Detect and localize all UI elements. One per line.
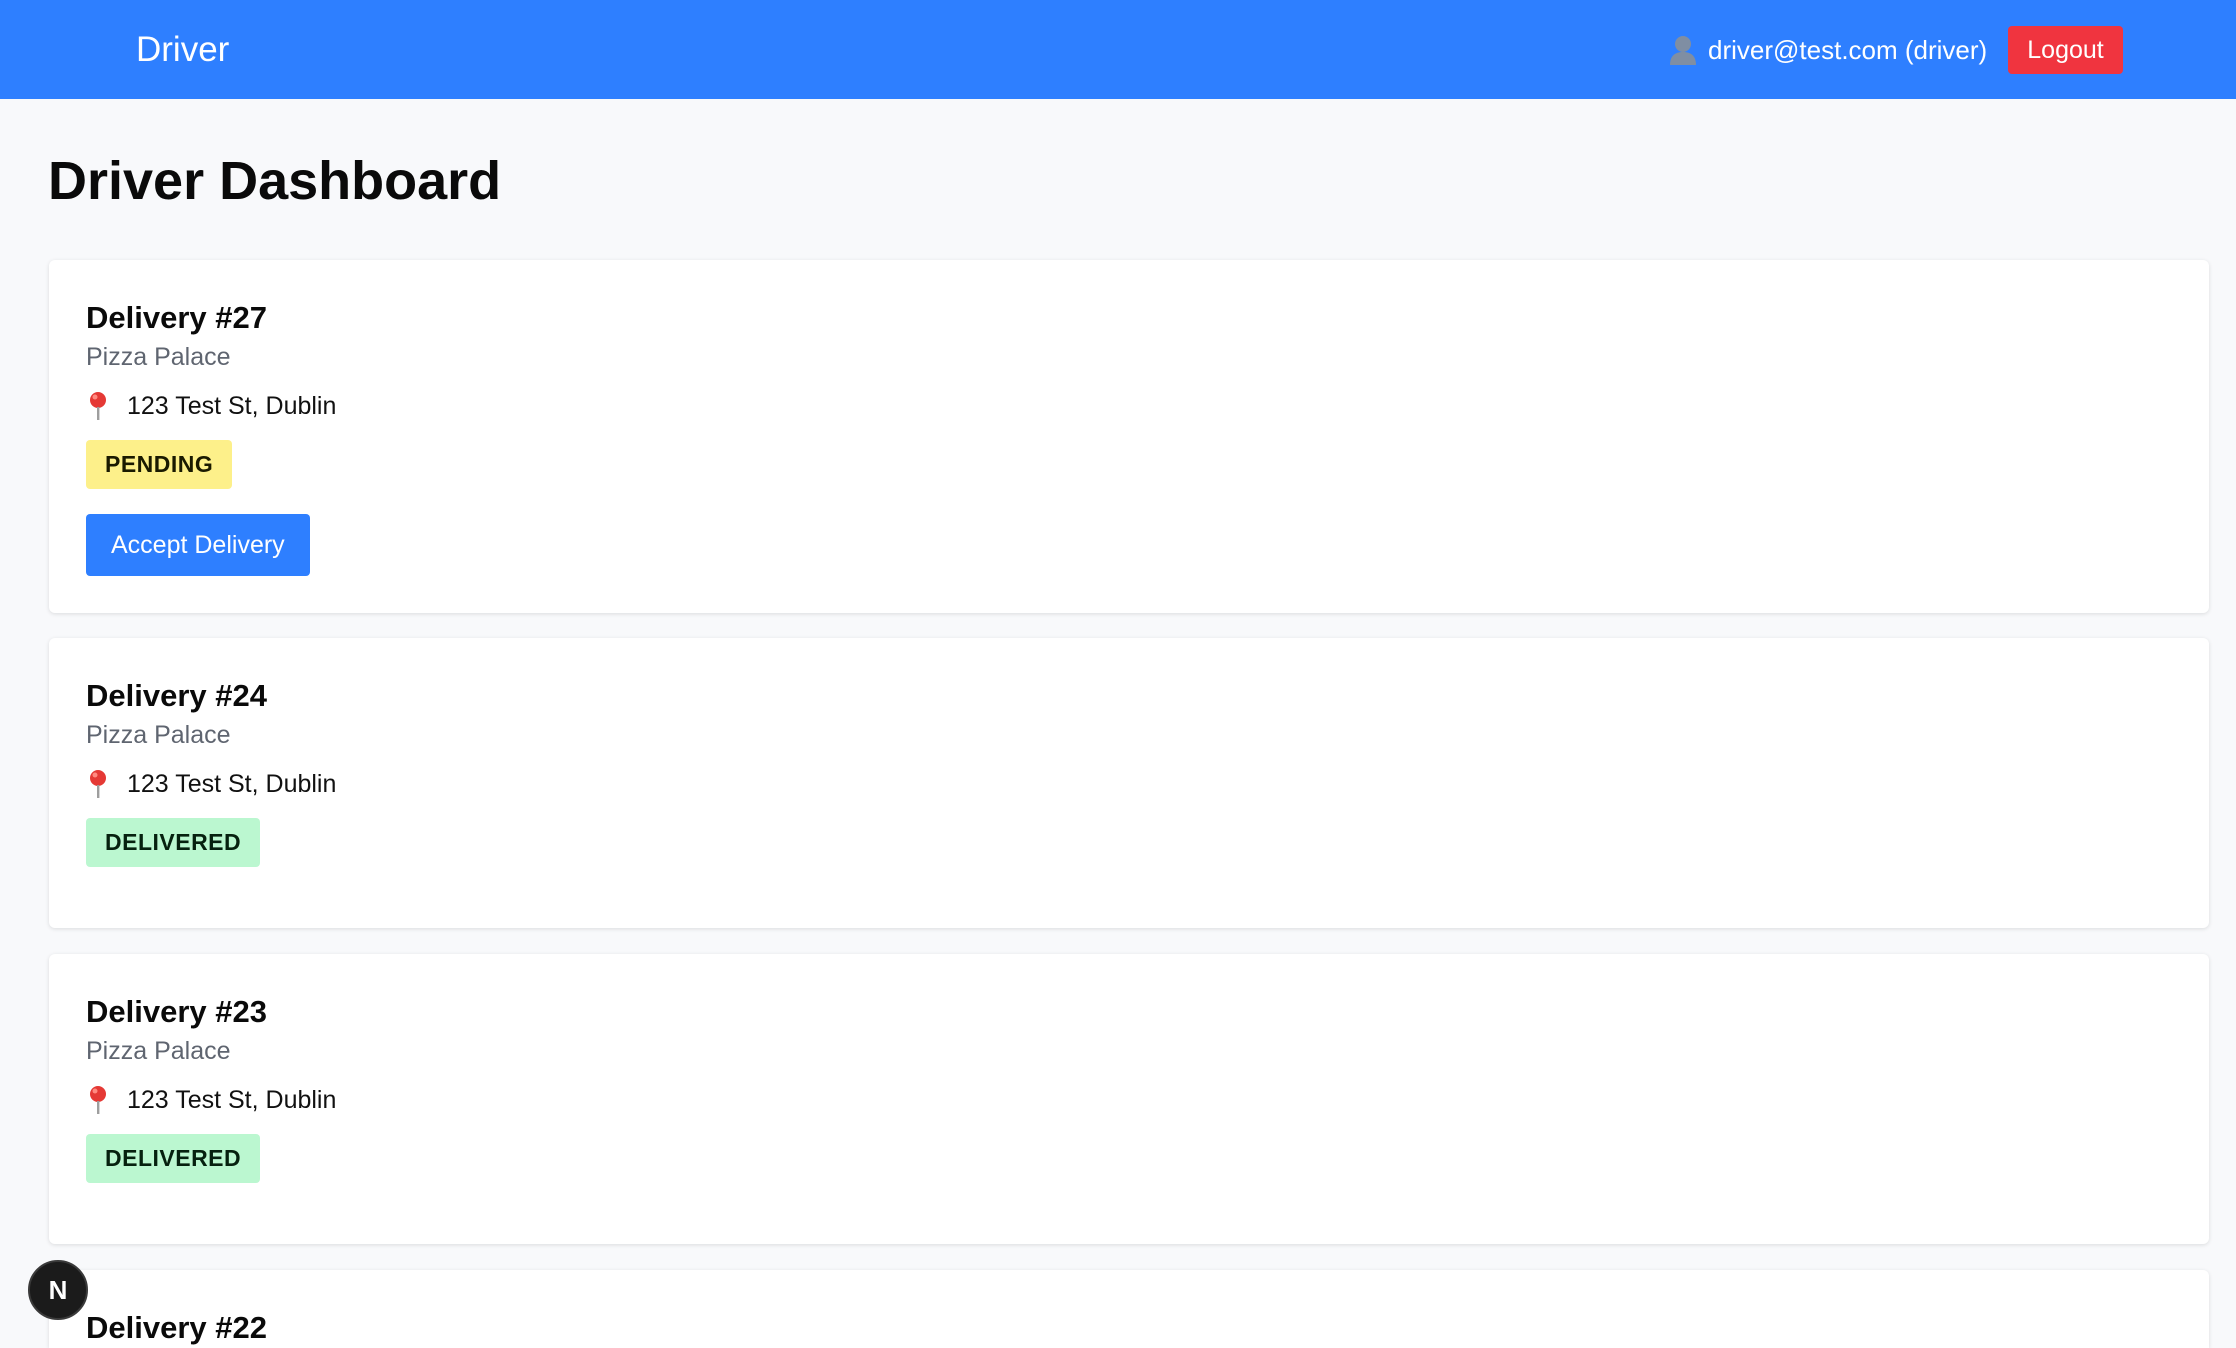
delivery-card: Delivery #24 Pizza Palace 123 Test St, D… [49, 638, 2209, 928]
user-icon [1668, 34, 1698, 66]
status-badge: DELIVERED [86, 818, 261, 867]
delivery-card: Delivery #27 Pizza Palace 123 Test St, D… [49, 260, 2209, 613]
top-navbar: Driver driver@test.com (driver) Logout [0, 0, 2236, 99]
delivery-title: Delivery #22 [86, 1310, 267, 1345]
location-pin-icon [86, 769, 110, 799]
logout-button[interactable]: Logout [2008, 26, 2123, 74]
address-text: 123 Test St, Dublin [127, 392, 337, 420]
restaurant-name: Pizza Palace [86, 1037, 231, 1065]
delivery-title: Delivery #27 [86, 300, 267, 335]
status-badge: PENDING [86, 440, 233, 489]
delivery-address: 123 Test St, Dublin [86, 767, 336, 801]
restaurant-name: Pizza Palace [86, 343, 231, 371]
delivery-address: 123 Test St, Dublin [86, 389, 336, 423]
user-email-label: driver@test.com (driver) [1708, 35, 1988, 65]
delivery-title: Delivery #23 [86, 994, 267, 1029]
accept-delivery-button[interactable]: Accept Delivery [86, 514, 310, 576]
brand-title[interactable]: Driver [136, 26, 229, 74]
restaurant-name: Pizza Palace [86, 721, 231, 749]
delivery-card: Delivery #23 Pizza Palace 123 Test St, D… [49, 954, 2209, 1244]
address-text: 123 Test St, Dublin [127, 1086, 337, 1114]
user-info: driver@test.com (driver) [1668, 30, 1987, 70]
address-text: 123 Test St, Dublin [127, 770, 337, 798]
location-pin-icon [86, 1085, 110, 1115]
status-badge: DELIVERED [86, 1134, 261, 1183]
delivery-card: Delivery #22 [49, 1270, 2209, 1348]
location-pin-icon [86, 391, 110, 421]
page-title: Driver Dashboard [48, 151, 502, 211]
delivery-address: 123 Test St, Dublin [86, 1083, 336, 1117]
delivery-title: Delivery #24 [86, 678, 267, 713]
dev-tools-button[interactable]: N [28, 1260, 88, 1320]
